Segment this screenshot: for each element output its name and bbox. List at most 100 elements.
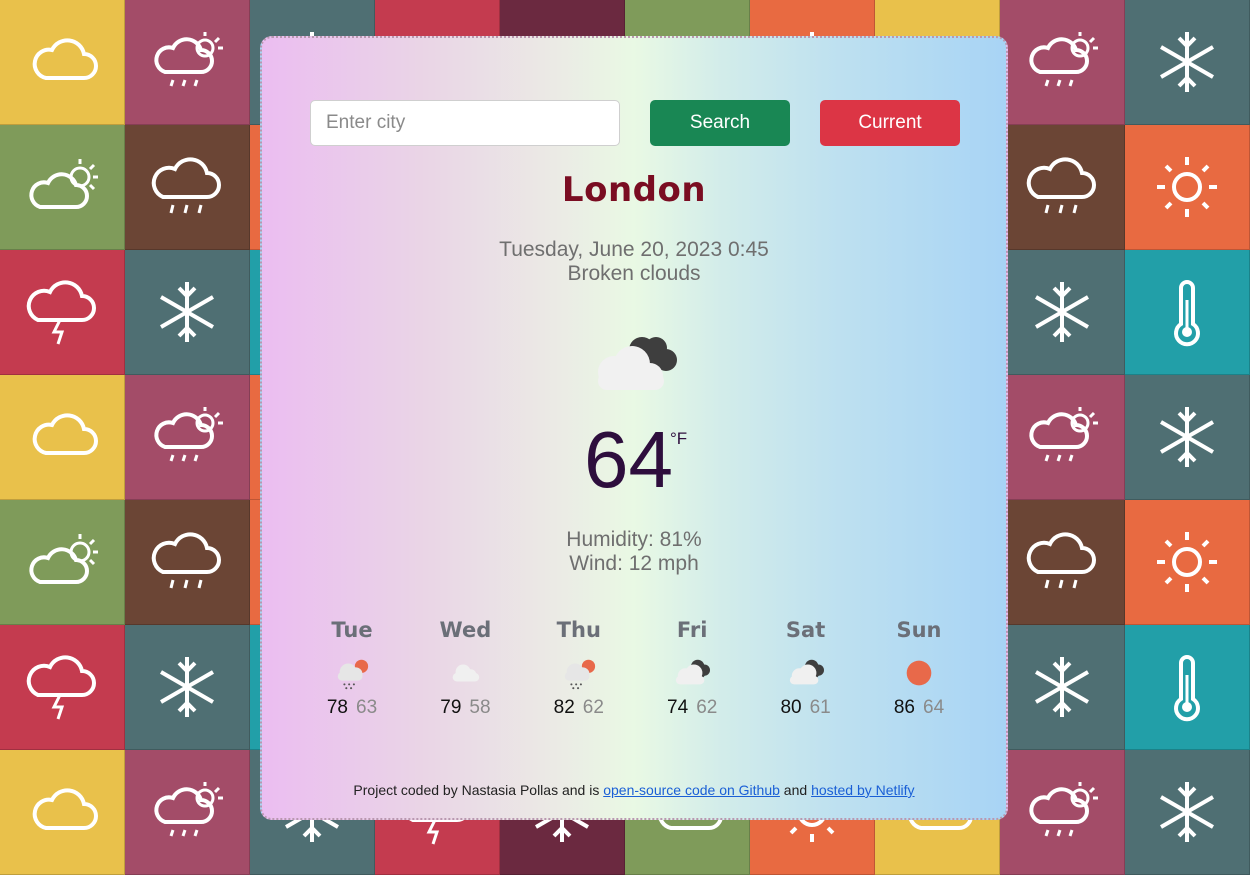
forecast-day: Sun 86 64 [864,618,974,719]
cloud-rain-icon [151,157,221,214]
background-tile [125,0,250,125]
cloud-icon [32,413,98,455]
forecast-day-name: Thu [556,618,601,642]
humidity: Humidity: 81% [566,528,702,551]
background-tile [1125,0,1250,125]
background-tile [125,500,250,625]
cloud-sun-icon [29,159,98,209]
background-tile [1000,375,1125,500]
weather-card: Search Current London Tuesday, June 20, … [260,36,1008,820]
background-tile [125,375,250,500]
background-tile [1000,625,1125,750]
cloud-sun-rain-icon [1029,782,1098,837]
thunderstorm-icon [26,280,96,345]
forecast-max-temp: 74 [667,697,689,718]
forecast-min-temp: 62 [582,697,604,718]
background-tile [1000,0,1125,125]
snowflake-icon [160,282,214,342]
footer-text-middle: and [779,782,812,798]
forecast-max-temp: 79 [440,697,462,718]
forecast-min-temp: 58 [469,697,491,718]
cloud-rain-icon [1026,157,1096,214]
background-tile [1000,250,1125,375]
background-tile [0,0,125,125]
city-name: London [561,170,707,210]
footer: Project coded by Nastasia Pollas and is … [262,782,1006,798]
forecast-temps: 86 64 [864,697,974,719]
github-link[interactable]: open-source code on Github [603,782,780,798]
background-tile [1125,125,1250,250]
cloud-sun-rain-icon [1029,32,1098,87]
background-tile [0,500,125,625]
forecast-day-name: Wed [439,618,492,642]
forecast-day-name: Tue [331,618,373,642]
background-tile [0,125,125,250]
forecast-max-temp: 80 [780,697,802,718]
forecast-day: Wed 79 58 [410,618,520,719]
current-temperature: 64 [584,415,673,504]
cloud-sun-rain-icon [154,782,223,837]
forecast-temps: 74 62 [637,697,747,719]
snowflake-icon [160,657,214,717]
background-tile [1000,500,1125,625]
forecast-day-name: Sun [896,618,942,642]
search-button[interactable]: Search [650,100,790,146]
current-location-button[interactable]: Current [820,100,960,146]
cloud-rain-icon [151,532,221,589]
background-tile [0,250,125,375]
rain-icon [337,659,369,690]
background-tile [1125,750,1250,875]
forecast-min-temp: 62 [696,697,718,718]
broken-clouds-icon [789,659,824,685]
background-tile [1125,500,1250,625]
background-tile [0,625,125,750]
forecast-temps: 82 62 [524,697,634,719]
forecast-max-temp: 82 [553,697,575,718]
background-tile [125,625,250,750]
search-input[interactable] [310,100,620,146]
background-tile [0,750,125,875]
snowflake-icon [1160,32,1214,92]
background-tile [125,750,250,875]
cloud-sun-icon [29,534,98,584]
forecast-max-temp: 78 [326,697,348,718]
forecast-min-temp: 61 [809,697,831,718]
snowflake-icon [1035,282,1089,342]
broken-clouds-icon [598,337,677,390]
wind-speed: Wind: 12 mph [569,552,699,575]
background-tile [1000,125,1125,250]
thermometer-icon [1174,655,1200,722]
forecast-day-name: Fri [676,618,708,642]
cloud-icon [32,788,98,830]
thunderstorm-icon [26,655,96,720]
forecast-max-temp: 86 [893,697,915,718]
background-tile [125,250,250,375]
netlify-link[interactable]: hosted by Netlify [811,782,915,798]
snowflake-icon [1160,782,1214,842]
forecast-temps: 79 58 [410,697,520,719]
snowflake-icon [1160,407,1214,467]
forecast-day: Tue 78 63 [297,618,407,719]
snowflake-icon [1035,657,1089,717]
forecast-min-temp: 64 [923,697,945,718]
background-tile [1000,750,1125,875]
sun-icon [1157,532,1217,592]
temperature-unit[interactable]: °F [670,429,687,449]
date-time: Tuesday, June 20, 2023 0:45 [499,238,769,261]
background-tile [0,375,125,500]
forecast-day: Sat 80 61 [751,618,861,719]
thermometer-icon [1174,280,1200,347]
background-tile [1125,250,1250,375]
rain-icon [564,659,595,690]
background-tile [1125,375,1250,500]
forecast-temps: 80 61 [751,697,861,719]
cloud-sun-rain-icon [1029,407,1098,462]
forecast-day-name: Sat [785,618,826,642]
weather-description: Broken clouds [567,262,701,285]
clear-sky-icon [906,660,932,686]
footer-text: Project coded by Nastasia Pollas and is [353,782,604,798]
background-tile [1125,625,1250,750]
forecast-day: Thu 82 62 [524,618,634,719]
cloud-icon [32,38,98,80]
cloud-rain-icon [1026,532,1096,589]
